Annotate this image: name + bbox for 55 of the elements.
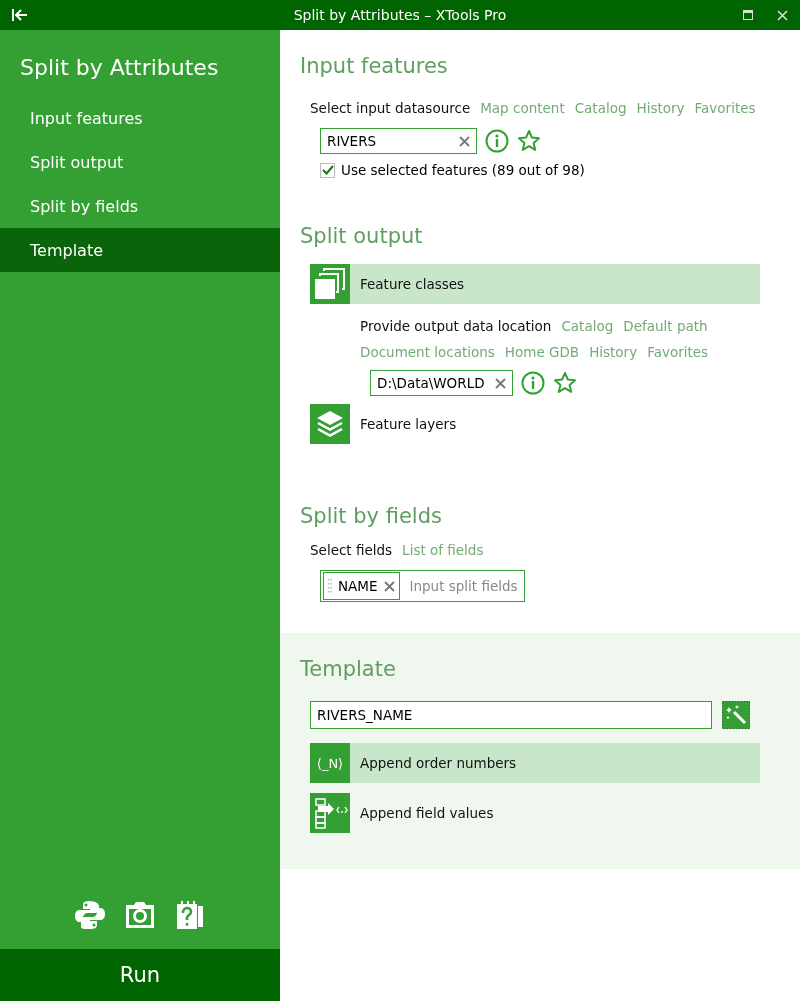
nav-item[interactable]: Input features [0, 96, 280, 140]
input-field[interactable]: D:\Data\WORLD [370, 370, 513, 396]
prompt-label: Select input datasource [310, 100, 471, 116]
clear-icon[interactable] [459, 135, 470, 147]
location-link[interactable]: Default path [623, 318, 708, 334]
layers-icon [310, 404, 350, 444]
star-icon[interactable] [517, 129, 541, 153]
help-notebook-icon[interactable] [174, 899, 206, 931]
checkbox[interactable] [320, 162, 335, 178]
nav-item[interactable]: Template [0, 228, 280, 272]
location-link[interactable]: Document locations [360, 344, 495, 360]
prompt-label: Provide output data location [360, 318, 552, 334]
camera-icon[interactable] [124, 899, 156, 931]
option-row[interactable]: Feature layers [310, 404, 760, 444]
copy-squares-icon [310, 264, 350, 304]
star-icon[interactable] [552, 371, 577, 395]
remove-icon[interactable] [383, 580, 395, 592]
location-link[interactable]: Catalog [561, 318, 614, 334]
run-button[interactable]: Run [0, 949, 280, 1001]
option-row[interactable]: ⟨_N⟩ Append order numbers [310, 743, 760, 783]
field-tag[interactable]: NAME [323, 572, 400, 600]
location-link[interactable]: Favorites [647, 344, 709, 360]
option-row[interactable]: Feature classes [310, 264, 760, 304]
prompt-label: Select fields [310, 542, 393, 558]
collapse-icon[interactable] [11, 8, 29, 22]
info-icon[interactable] [485, 129, 509, 153]
checkbox-label: Use selected features (89 out of 98) [341, 162, 585, 178]
source-link[interactable]: Map content [480, 100, 565, 116]
input-field[interactable]: RIVERS [320, 128, 477, 154]
section-title: Split by fields [300, 504, 443, 528]
magic-wand-icon[interactable] [722, 701, 750, 729]
fields-link[interactable]: List of fields [402, 542, 484, 558]
field-values-icon [310, 793, 350, 833]
fields-input[interactable]: NAME Input split fields [320, 570, 525, 602]
section-title: Template [300, 657, 397, 681]
nav-item[interactable]: Split by fields [0, 184, 280, 228]
info-icon[interactable] [520, 371, 545, 395]
section-title: Input features [300, 54, 449, 78]
python-icon[interactable] [74, 899, 106, 931]
source-link[interactable]: Catalog [574, 100, 627, 116]
drag-handle-icon[interactable] [328, 579, 332, 593]
nav-item[interactable]: Split output [0, 140, 280, 184]
location-link[interactable]: Home GDB [504, 344, 580, 360]
order-number-icon: ⟨_N⟩ [310, 743, 350, 783]
template-field[interactable]: RIVERS_NAME [310, 701, 712, 729]
option-row[interactable]: Append field values [310, 793, 760, 833]
clear-icon[interactable] [494, 377, 506, 389]
sidebar-title: Split by Attributes [19, 54, 220, 82]
window-title: Split by Attributes – XTools Pro [293, 7, 507, 23]
close-icon[interactable] [777, 9, 788, 21]
maximize-icon[interactable] [743, 10, 753, 20]
source-link[interactable]: Favorites [694, 100, 756, 116]
source-link[interactable]: History [636, 100, 685, 116]
section-title: Split output [300, 224, 424, 248]
location-link[interactable]: History [589, 344, 638, 360]
